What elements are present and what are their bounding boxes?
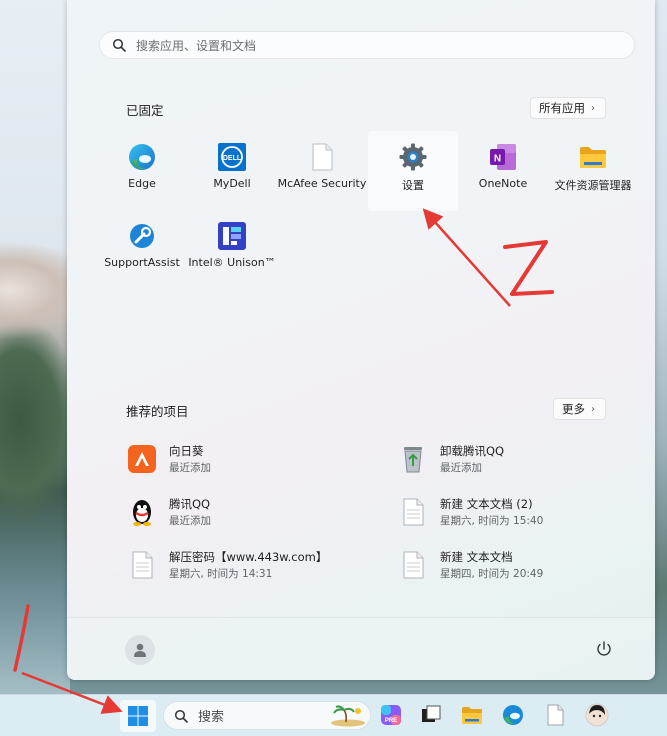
start-search-box[interactable]: 搜索应用、设置和文档: [99, 31, 635, 59]
user-icon: [134, 643, 146, 657]
recommended-item-title: 解压密码【www.443w.com】: [169, 550, 328, 564]
edge-icon[interactable]: [501, 703, 525, 727]
recommended-title: 推荐的项目: [126, 404, 189, 419]
pinned-app-file-explorer[interactable]: 文件资源管理器: [548, 131, 638, 211]
qq-penguin-icon: [133, 500, 151, 526]
taskbar-search[interactable]: 搜索: [163, 701, 371, 730]
pinned-app-settings[interactable]: 设置: [368, 131, 458, 211]
taskbar-search-label: 搜索: [198, 710, 225, 725]
supportassist-icon: [130, 224, 154, 248]
pinned-app-label: 设置: [402, 179, 424, 192]
svg-text:DELL: DELL: [223, 155, 242, 162]
pinned-app-supportassist[interactable]: SupportAssist: [97, 210, 187, 290]
pinned-app-mydell[interactable]: DELL MyDell: [187, 131, 277, 211]
recommended-item-subtitle: 星期六, 时间为 15:40: [440, 515, 544, 527]
more-button[interactable]: 更多 ›: [553, 398, 606, 420]
edge-icon: [129, 144, 155, 170]
sunflower-icon: [128, 445, 156, 473]
recommended-item-title: 新建 文本文档 (2): [440, 497, 533, 511]
pinned-app-onenote[interactable]: N OneNote: [458, 131, 548, 211]
user-account-button[interactable]: [125, 635, 155, 665]
folder-icon[interactable]: [460, 703, 484, 727]
recommended-item-title: 腾讯QQ: [169, 497, 211, 511]
pinned-app-label: McAfee Security: [277, 177, 367, 190]
pinned-app-label: SupportAssist: [104, 256, 180, 269]
pinned-app-label: Edge: [128, 177, 156, 190]
user-avatar-icon[interactable]: [585, 703, 609, 727]
recommended-item-subtitle: 星期六, 时间为 14:31: [169, 568, 273, 580]
recommended-item-title: 向日葵: [169, 444, 204, 458]
svg-text:PRE: PRE: [385, 718, 397, 724]
windows-logo-icon: [128, 706, 148, 726]
search-icon: [174, 709, 188, 723]
recommended-item-title: 卸载腾讯QQ: [440, 444, 505, 458]
svg-text:N: N: [494, 154, 501, 165]
recommended-item-subtitle: 星期四, 时间为 20:49: [440, 568, 544, 580]
recommended-item-text-doc[interactable]: 新建 文本文档 星期四, 时间为 20:49: [398, 548, 638, 584]
recommended-item-text-doc-2[interactable]: 新建 文本文档 (2) 星期六, 时间为 15:40: [398, 495, 638, 531]
start-button[interactable]: [120, 700, 156, 732]
pinned-app-mcafee[interactable]: McAfee Security: [277, 131, 367, 211]
power-icon[interactable]: [595, 640, 613, 658]
recommended-item-subtitle: 最近添加: [169, 462, 211, 474]
search-placeholder: 搜索应用、设置和文档: [136, 38, 257, 53]
text-document-icon: [403, 498, 424, 526]
start-menu: 搜索应用、设置和文档 已固定 所有应用 › Edge DELL MyDell M…: [67, 0, 655, 680]
search-icon: [112, 38, 126, 52]
recommended-item-uninstall-qq[interactable]: 卸载腾讯QQ 最近添加: [398, 442, 638, 478]
desktop-wallpaper: [0, 0, 70, 700]
pinned-app-edge[interactable]: Edge: [97, 131, 187, 211]
recommended-item-qq[interactable]: 腾讯QQ 最近添加: [127, 495, 367, 531]
all-apps-button[interactable]: 所有应用 ›: [530, 97, 606, 119]
taskbar: 搜索 PRE: [0, 694, 667, 736]
pinned-app-label: OneNote: [478, 177, 528, 190]
settings-gear-icon: [399, 143, 427, 171]
all-apps-label: 所有应用: [539, 101, 585, 115]
folder-icon: [580, 147, 606, 168]
pinned-title: 已固定: [126, 103, 164, 118]
recommended-item-subtitle: 最近添加: [440, 462, 482, 474]
pinned-app-intel-unison[interactable]: Intel® Unison™: [187, 210, 277, 290]
more-label: 更多: [562, 402, 585, 416]
recommended-item-subtitle: 最近添加: [169, 515, 211, 527]
intel-unison-icon: [218, 222, 246, 250]
blank-document-icon: [312, 143, 333, 171]
task-view-icon[interactable]: [419, 703, 443, 727]
chevron-right-icon: ›: [591, 403, 595, 415]
recycle-bin-icon: [404, 447, 422, 473]
start-menu-footer: [67, 617, 655, 680]
recommended-item-unzip-password[interactable]: 解压密码【www.443w.com】 星期六, 时间为 14:31: [127, 548, 377, 584]
copilot-icon[interactable]: PRE: [379, 703, 403, 727]
island-highlight-icon: [331, 705, 365, 727]
recommended-item-sunflower[interactable]: 向日葵 最近添加: [127, 442, 367, 478]
pinned-app-label: Intel® Unison™: [188, 256, 276, 269]
mydell-icon: DELL: [218, 143, 246, 171]
text-document-icon: [403, 551, 424, 579]
pinned-app-label: MyDell: [213, 177, 251, 190]
chevron-right-icon: ›: [591, 102, 595, 114]
text-document-icon: [132, 551, 153, 579]
recommended-item-title: 新建 文本文档: [440, 550, 513, 564]
blank-document-icon[interactable]: [543, 703, 567, 727]
onenote-icon: N: [490, 144, 516, 170]
pinned-app-label: 文件资源管理器: [554, 179, 632, 192]
